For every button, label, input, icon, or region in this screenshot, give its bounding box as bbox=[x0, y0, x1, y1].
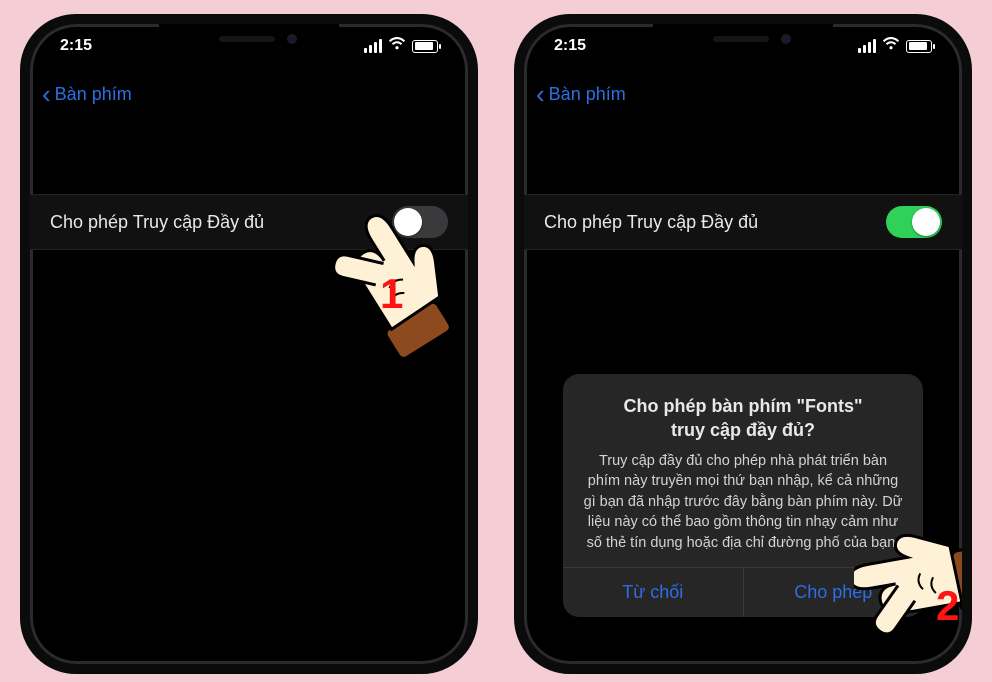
alert-deny-button[interactable]: Từ chối bbox=[563, 568, 743, 617]
full-access-label: Cho phép Truy cập Đầy đủ bbox=[544, 212, 758, 233]
full-access-toggle[interactable] bbox=[886, 206, 942, 238]
chevron-left-icon: ‹ bbox=[536, 81, 545, 107]
step-number-2: 2 bbox=[936, 582, 959, 630]
status-time: 2:15 bbox=[554, 37, 586, 55]
alert-title-line1: Cho phép bàn phím "Fonts" bbox=[623, 396, 862, 416]
full-access-label: Cho phép Truy cập Đầy đủ bbox=[50, 212, 264, 233]
alert-allow-button[interactable]: Cho phép bbox=[743, 568, 924, 617]
cellular-signal-icon bbox=[364, 39, 382, 53]
full-access-row[interactable]: Cho phép Truy cập Đầy đủ bbox=[524, 194, 962, 250]
step-number-1: 1 bbox=[380, 270, 403, 318]
full-access-toggle[interactable] bbox=[392, 206, 448, 238]
battery-icon bbox=[906, 40, 932, 53]
battery-icon bbox=[412, 40, 438, 53]
wifi-icon bbox=[882, 37, 900, 55]
alert-body: Cho phép bàn phím "Fonts" truy cập đầy đ… bbox=[563, 374, 923, 567]
toggle-knob bbox=[394, 208, 422, 236]
back-button[interactable]: ‹ Bàn phím bbox=[42, 81, 132, 107]
alert-buttons: Từ chối Cho phép bbox=[563, 567, 923, 617]
phone-frame-right: 2:15 ‹ Bàn phím Cho phép Truy cập Đầy đủ… bbox=[514, 14, 972, 674]
alert-title: Cho phép bàn phím "Fonts" truy cập đầy đ… bbox=[581, 394, 905, 443]
phone-frame-left: 2:15 ‹ Bàn phím Cho phép Truy cập Đầy đủ bbox=[20, 14, 478, 674]
alert-message: Truy cập đầy đủ cho phép nhà phát triển … bbox=[581, 451, 905, 554]
nav-bar: ‹ Bàn phím bbox=[524, 72, 962, 116]
back-button[interactable]: ‹ Bàn phím bbox=[536, 81, 626, 107]
status-time: 2:15 bbox=[60, 37, 92, 55]
cellular-signal-icon bbox=[858, 39, 876, 53]
back-label: Bàn phím bbox=[549, 84, 626, 105]
chevron-left-icon: ‹ bbox=[42, 81, 51, 107]
permission-alert: Cho phép bàn phím "Fonts" truy cập đầy đ… bbox=[563, 374, 923, 617]
notch bbox=[159, 24, 339, 54]
wifi-icon bbox=[388, 37, 406, 55]
alert-title-line2: truy cập đầy đủ? bbox=[671, 420, 815, 440]
status-right bbox=[364, 37, 438, 55]
full-access-row[interactable]: Cho phép Truy cập Đầy đủ bbox=[30, 194, 468, 250]
status-right bbox=[858, 37, 932, 55]
toggle-knob bbox=[912, 208, 940, 236]
nav-bar: ‹ Bàn phím bbox=[30, 72, 468, 116]
back-label: Bàn phím bbox=[55, 84, 132, 105]
notch bbox=[653, 24, 833, 54]
